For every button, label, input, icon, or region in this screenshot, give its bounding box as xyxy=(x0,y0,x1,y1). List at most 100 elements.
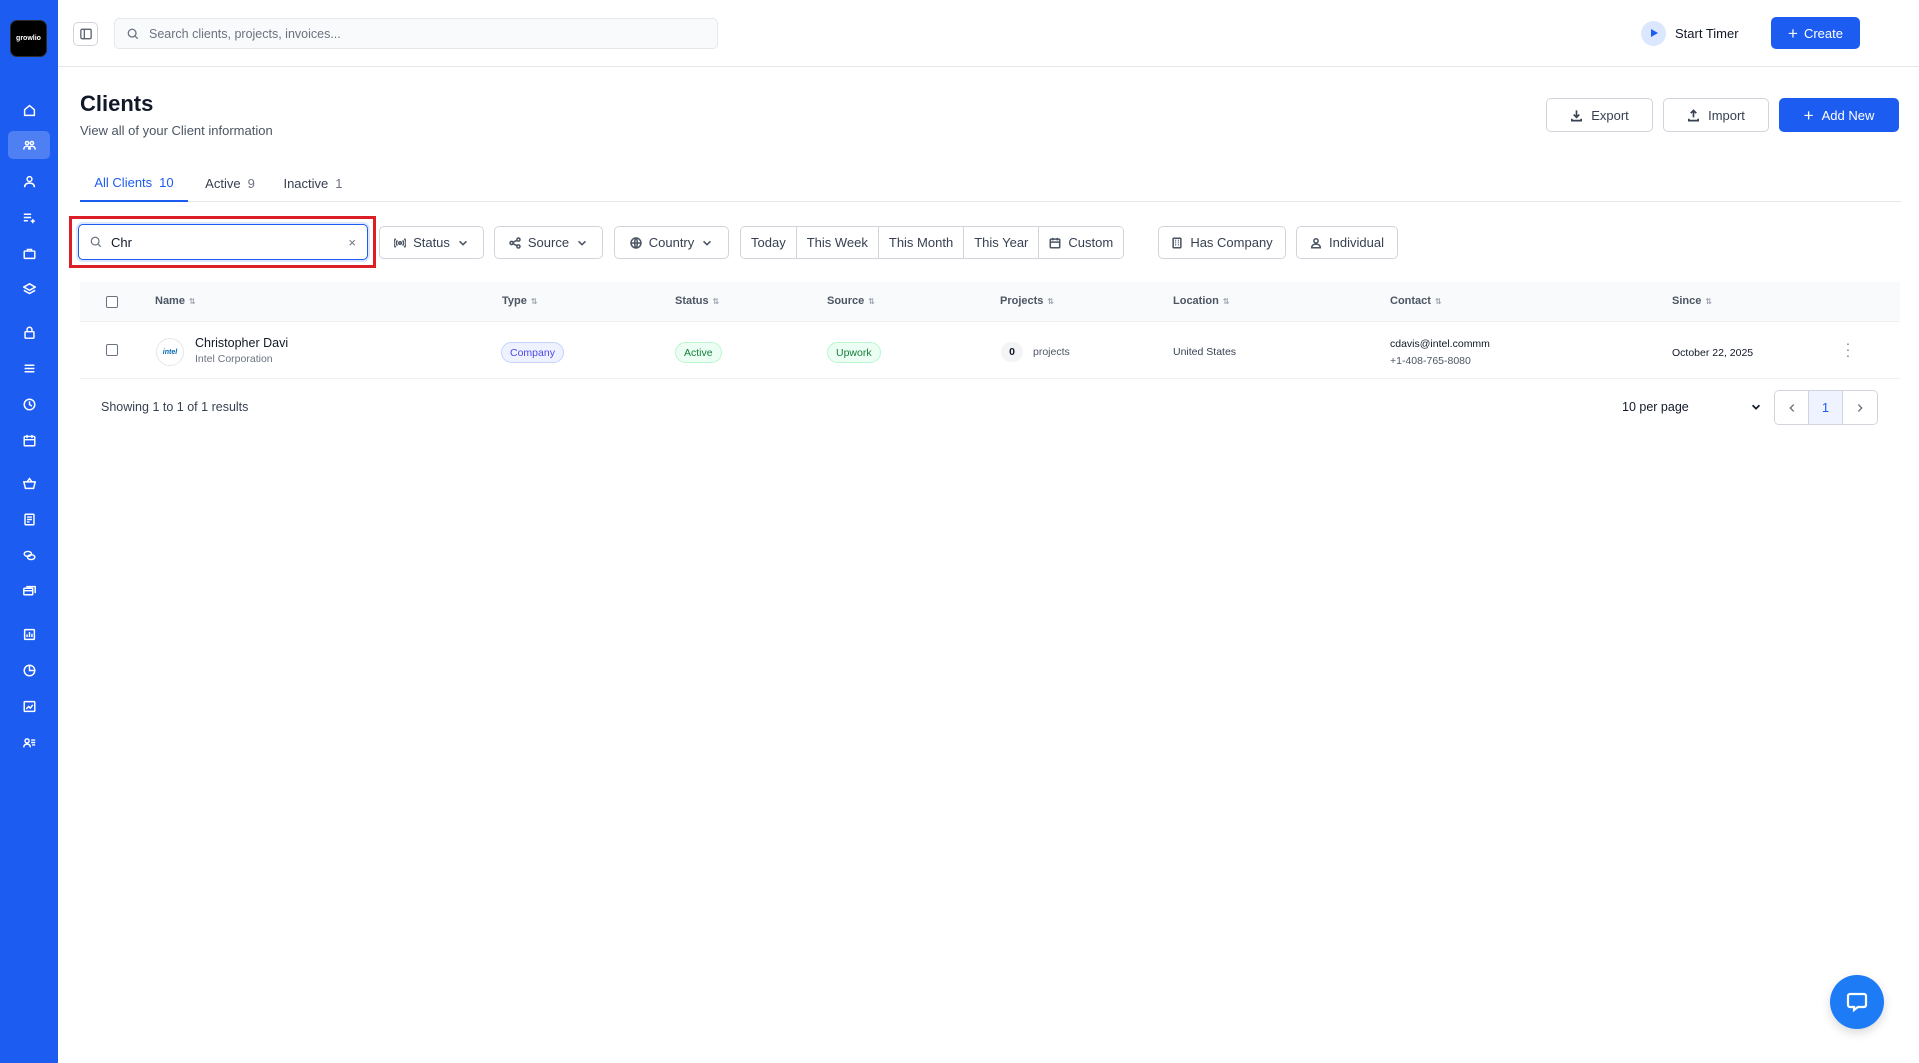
per-page-select[interactable]: 10 per page xyxy=(1622,400,1762,414)
sort-icon: ⇅ xyxy=(1434,296,1442,306)
coins-icon[interactable] xyxy=(14,543,44,567)
sidebar-toggle-button[interactable] xyxy=(73,22,98,46)
chart-icon[interactable] xyxy=(14,694,44,718)
client-since: October 22, 2025 xyxy=(1672,347,1754,359)
column-header-type[interactable]: Type ⇅ xyxy=(502,295,538,307)
tab-active[interactable]: Active 9 xyxy=(198,165,262,202)
individual-filter[interactable]: Individual xyxy=(1296,226,1398,259)
client-search-input[interactable] xyxy=(111,234,333,250)
column-header-since[interactable]: Since ⇅ xyxy=(1672,295,1712,307)
menu-lines-icon[interactable] xyxy=(14,356,44,380)
chevron-right-icon xyxy=(1857,403,1863,412)
projects-count: 0 xyxy=(1001,342,1023,362)
source-filter-label: Source xyxy=(527,235,570,250)
add-new-button[interactable]: + Add New xyxy=(1779,98,1899,132)
pagination: 1 xyxy=(1774,390,1878,425)
client-search[interactable]: × xyxy=(78,224,368,260)
page-subtitle: View all of your Client information xyxy=(80,123,273,138)
status-filter[interactable]: Status xyxy=(379,226,484,259)
start-timer-button[interactable]: Start Timer xyxy=(1641,20,1739,46)
share-icon xyxy=(509,236,521,249)
column-header-source[interactable]: Source ⇅ xyxy=(827,295,875,307)
results-word: results xyxy=(211,400,249,414)
tab-inactive[interactable]: Inactive 1 xyxy=(278,165,348,202)
layers-icon[interactable] xyxy=(14,277,44,301)
column-header-status[interactable]: Status ⇅ xyxy=(675,295,719,307)
create-button[interactable]: + Create xyxy=(1771,17,1860,49)
help-chat-button[interactable] xyxy=(1830,975,1884,1029)
lock-icon[interactable] xyxy=(14,320,44,344)
briefcase-icon[interactable] xyxy=(14,241,44,265)
tab-count: 10 xyxy=(159,175,174,190)
clock-icon[interactable] xyxy=(14,392,44,416)
tab-label: All Clients xyxy=(94,175,153,190)
pie-chart-icon[interactable] xyxy=(14,658,44,682)
chevron-down-icon xyxy=(703,240,712,246)
source-filter[interactable]: Source xyxy=(494,226,603,259)
today-button[interactable]: Today xyxy=(741,227,797,258)
column-header-projects[interactable]: Projects ⇅ xyxy=(1000,295,1054,307)
user-icon[interactable] xyxy=(14,169,44,193)
tab-label: Active xyxy=(205,176,241,191)
status-filter-label: Status xyxy=(413,235,450,250)
this-week-button[interactable]: This Week xyxy=(796,227,879,258)
has-company-filter[interactable]: Has Company xyxy=(1158,226,1286,259)
client-email[interactable]: cdavis@intel.commm xyxy=(1390,338,1490,350)
invoice-icon[interactable] xyxy=(14,507,44,531)
column-label: Source xyxy=(827,295,865,307)
sort-icon: ⇅ xyxy=(1047,296,1054,306)
column-header-name[interactable]: Name ⇅ xyxy=(155,295,196,307)
report-icon[interactable] xyxy=(14,622,44,646)
client-name[interactable]: Christopher Davi xyxy=(195,336,288,350)
global-search-input[interactable] xyxy=(149,26,689,41)
calendar-icon xyxy=(1049,237,1061,248)
sort-icon: ⇅ xyxy=(530,296,538,306)
page-button-current[interactable]: 1 xyxy=(1809,391,1843,424)
row-actions-icon[interactable]: · · · xyxy=(1842,336,1854,362)
client-tabs: All Clients 10 Active 9 Inactive 1 xyxy=(80,165,1901,202)
tab-label: Inactive xyxy=(283,176,329,191)
chevron-down-icon xyxy=(578,240,587,246)
type-badge: Company xyxy=(501,342,564,363)
export-button[interactable]: Export xyxy=(1546,98,1653,132)
team-icon[interactable] xyxy=(14,730,44,754)
global-search[interactable] xyxy=(114,18,718,49)
home-icon[interactable] xyxy=(14,98,44,122)
table-header: Name ⇅ Type ⇅ Status ⇅ Source ⇅ Projects ⇅ Lo… xyxy=(80,282,1900,322)
create-label: Create xyxy=(1803,25,1843,41)
app-logo[interactable]: growlio xyxy=(10,20,47,57)
results-prefix: Showing xyxy=(101,400,149,414)
calendar-icon[interactable] xyxy=(14,428,44,452)
this-month-button[interactable]: This Month xyxy=(878,227,965,258)
cards-icon[interactable] xyxy=(14,579,44,603)
results-to: 1 xyxy=(176,400,184,414)
table-row[interactable]: intel Christopher Davi Intel Corporation… xyxy=(80,322,1900,379)
country-filter[interactable]: Country xyxy=(614,226,729,259)
client-company: Intel Corporation xyxy=(195,353,273,365)
import-button[interactable]: Import xyxy=(1663,98,1769,132)
tab-all-clients[interactable]: All Clients 10 xyxy=(80,165,188,202)
column-label: Location xyxy=(1173,295,1219,307)
per-page-label: 10 per page xyxy=(1622,400,1689,414)
chevron-down-icon xyxy=(1751,404,1761,410)
add-new-label: Add New xyxy=(1821,107,1875,123)
clients-icon[interactable] xyxy=(8,131,50,159)
chat-icon xyxy=(1846,992,1868,1013)
basket-icon[interactable] xyxy=(14,471,44,495)
row-checkbox[interactable] xyxy=(106,344,118,356)
prev-page-button[interactable] xyxy=(1775,391,1809,424)
this-year-button[interactable]: This Year xyxy=(964,227,1040,258)
list-add-icon[interactable] xyxy=(14,205,44,229)
next-page-button[interactable] xyxy=(1843,391,1877,424)
custom-date-button[interactable]: Custom xyxy=(1039,227,1124,258)
results-of-word: of xyxy=(187,400,198,414)
results-summary: Showing 1 to 1 of 1 results xyxy=(101,400,248,414)
export-label: Export xyxy=(1591,107,1629,123)
column-header-contact[interactable]: Contact ⇅ xyxy=(1390,295,1442,307)
column-label: Name xyxy=(155,295,185,307)
select-all-checkbox[interactable] xyxy=(106,296,118,308)
sort-icon: ⇅ xyxy=(868,296,875,306)
clear-icon[interactable]: × xyxy=(348,235,356,250)
column-label: Contact xyxy=(1390,295,1431,307)
column-header-location[interactable]: Location ⇅ xyxy=(1173,295,1229,307)
